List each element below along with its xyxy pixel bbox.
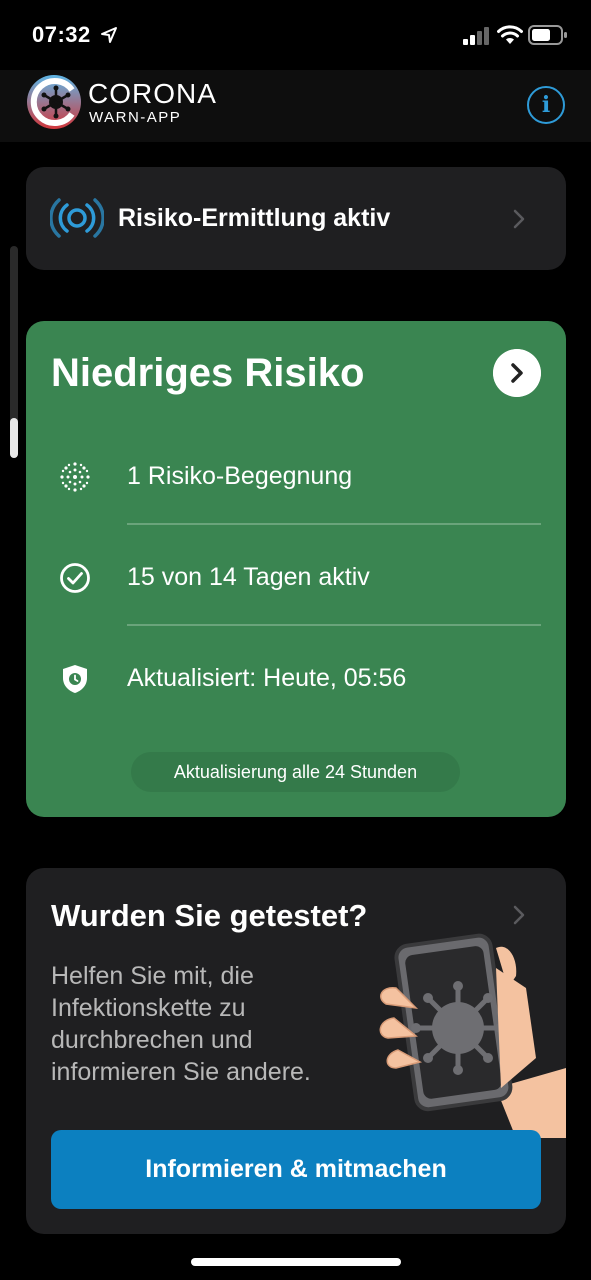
- test-card-body: Helfen Sie mit, die Infektionskette zu d…: [51, 962, 311, 1086]
- last-update-text: Aktualisiert: Heute, 05:56: [127, 664, 407, 692]
- last-update-row: Aktualisiert: Heute, 05:56: [26, 648, 566, 708]
- active-days-text: 15 von 14 Tagen aktiv: [127, 563, 370, 591]
- active-days-row: 15 von 14 Tagen aktiv: [26, 547, 566, 607]
- corona-warn-app-logo-icon: [27, 75, 81, 129]
- inform-participate-button[interactable]: Informieren & mitmachen: [51, 1130, 541, 1209]
- scroll-thumb[interactable]: [10, 418, 18, 458]
- risk-status-card[interactable]: Niedriges Risiko 1 Risiko-Begegnung 15 v…: [26, 321, 566, 817]
- tracing-waves-icon: [50, 198, 104, 238]
- location-arrow-icon: [101, 27, 117, 43]
- risk-encounters-row: 1 Risiko-Begegnung: [26, 446, 566, 506]
- hand-phone-illustration: [379, 933, 566, 1138]
- divider: [127, 523, 541, 525]
- test-card-title: Wurden Sie getestet?: [51, 898, 368, 933]
- risk-details-button[interactable]: [493, 349, 541, 397]
- cellular-signal-icon: [463, 27, 489, 45]
- chevron-right-icon: [513, 209, 525, 229]
- test-info-card[interactable]: Wurden Sie getestet? Helfen Sie mit, die…: [26, 868, 566, 1234]
- risk-title: Niedriges Risiko: [51, 351, 365, 395]
- risk-encounters-text: 1 Risiko-Begegnung: [127, 462, 353, 490]
- info-button[interactable]: i: [527, 86, 565, 124]
- status-time: 07:32: [32, 22, 91, 47]
- risk-tracing-card[interactable]: Risiko-Ermittlung aktiv: [26, 167, 566, 270]
- brand-title: CORONA: [88, 78, 217, 109]
- status-bar: 07:32: [0, 0, 591, 70]
- divider: [127, 624, 541, 626]
- home-indicator[interactable]: [191, 1258, 401, 1266]
- virus-dots-icon: [60, 462, 90, 492]
- tracing-status-label: Risiko-Ermittlung aktiv: [118, 204, 391, 232]
- app-header: CORONA WARN-APP i: [0, 70, 591, 142]
- brand-subtitle: WARN-APP: [89, 109, 182, 126]
- update-interval-badge: Aktualisierung alle 24 Stunden: [131, 752, 460, 792]
- wifi-icon: [497, 25, 523, 44]
- battery-icon: [528, 25, 567, 45]
- check-circle-icon: [60, 563, 90, 593]
- shield-clock-icon: [63, 665, 87, 693]
- info-icon: i: [541, 92, 551, 118]
- chevron-right-icon: [513, 905, 525, 925]
